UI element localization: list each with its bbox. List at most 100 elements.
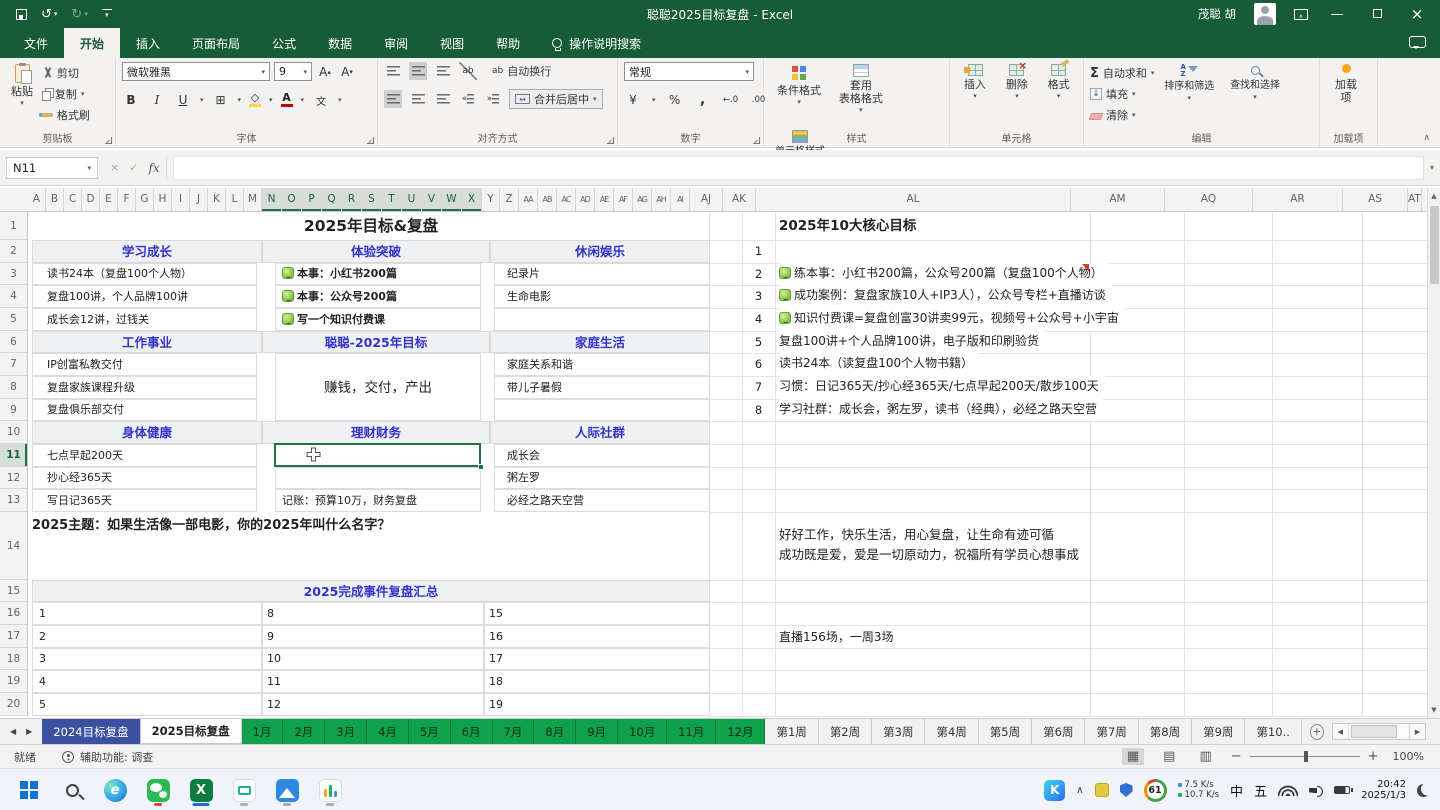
- accounting-format-icon[interactable]: ¥: [624, 91, 642, 109]
- cut-button[interactable]: 剪切: [42, 64, 90, 82]
- prev-sheet-icon[interactable]: ◀: [10, 727, 16, 736]
- align-middle-icon[interactable]: [409, 62, 427, 80]
- customize-qat-button[interactable]: ▾: [102, 9, 112, 19]
- kuaishou-tray-icon[interactable]: K: [1044, 780, 1065, 801]
- ribbon-display-options-icon[interactable]: ∧: [1294, 9, 1308, 20]
- excel-taskbar-button[interactable]: X: [188, 773, 214, 807]
- autosum-button[interactable]: Σ自动求和▾: [1090, 64, 1154, 82]
- sheet-cell[interactable]: 本事：小红书200篇: [275, 263, 481, 285]
- col-header-AJ[interactable]: AJ: [690, 188, 723, 211]
- summary-cell[interactable]: 5: [32, 693, 262, 716]
- quote-line-2[interactable]: 成功既是爱，爱是一切原动力，祝福所有学员心想事成: [779, 544, 1083, 563]
- phonetic-guide-button[interactable]: 文: [312, 91, 330, 109]
- col-header-Q[interactable]: Q: [322, 188, 342, 211]
- menu-tab-审阅[interactable]: 审阅: [368, 28, 424, 58]
- al-number-cell[interactable]: 5: [742, 331, 775, 353]
- row-header-8[interactable]: 8: [0, 376, 27, 399]
- start-button[interactable]: [16, 773, 42, 807]
- sheet-tab-2024目标复盘[interactable]: 2024目标复盘: [42, 719, 139, 744]
- confirm-entry-icon[interactable]: ✓: [129, 161, 138, 174]
- align-bottom-icon[interactable]: [434, 62, 452, 80]
- col-header-D[interactable]: D: [82, 188, 100, 211]
- sheet-tab-11月[interactable]: 11月: [667, 719, 716, 744]
- col-header-F[interactable]: F: [118, 188, 136, 211]
- summary-cell[interactable]: 4: [32, 670, 262, 693]
- borders-button[interactable]: ⊞: [212, 91, 230, 109]
- col-header-AH[interactable]: AH: [652, 188, 671, 211]
- row-header-15[interactable]: 15: [0, 580, 27, 602]
- sheet-tab-9月[interactable]: 9月: [576, 719, 618, 744]
- page-break-view-icon[interactable]: ▥: [1194, 748, 1216, 765]
- sheet-cell[interactable]: 抄心经365天: [32, 467, 257, 489]
- col-header-S[interactable]: S: [362, 188, 382, 211]
- horizontal-scroll-thumb[interactable]: [1351, 725, 1397, 738]
- col-header-Y[interactable]: Y: [482, 188, 500, 211]
- summary-cell[interactable]: 10: [262, 648, 484, 670]
- sheet-cell[interactable]: IP创富私教交付: [32, 353, 257, 376]
- cloud-app-button[interactable]: [274, 773, 300, 807]
- sheet-cell[interactable]: 纪录片: [494, 263, 710, 285]
- sheet-cell[interactable]: 粥左罗: [494, 467, 710, 489]
- am-text-cell[interactable]: 学习社群：成长会，粥左罗，读书（经典），必经之路天空营: [779, 399, 1103, 421]
- redo-button[interactable]: ↻▾: [71, 8, 87, 21]
- sheet-cell[interactable]: [275, 467, 481, 489]
- zoom-level[interactable]: 100%: [1393, 750, 1424, 763]
- row-header-9[interactable]: 9: [0, 399, 27, 421]
- sheet-tab-8月[interactable]: 8月: [534, 719, 576, 744]
- col-header-AC[interactable]: AC: [557, 188, 576, 211]
- summary-cell[interactable]: 11: [262, 670, 484, 693]
- sheet-tab-7月[interactable]: 7月: [493, 719, 535, 744]
- battery-icon[interactable]: [1334, 786, 1350, 795]
- security-shield-icon[interactable]: [1120, 783, 1133, 797]
- am-text-cell[interactable]: 复盘100讲+个人品牌100讲，电子版和印刷验货: [779, 331, 1045, 353]
- number-dialog-launcher-icon[interactable]: [753, 137, 760, 144]
- band-header[interactable]: 理财财务: [262, 421, 490, 444]
- summary-cell[interactable]: 15: [484, 602, 710, 625]
- tray-app-icon[interactable]: [1095, 783, 1109, 797]
- tell-me-search[interactable]: 操作说明搜索: [552, 28, 641, 58]
- col-header-E[interactable]: E: [100, 188, 118, 211]
- col-header-AK[interactable]: AK: [723, 188, 756, 211]
- col-header-O[interactable]: O: [282, 188, 302, 211]
- col-header-T[interactable]: T: [382, 188, 402, 211]
- summary-header[interactable]: 2025完成事件复盘汇总: [32, 580, 710, 602]
- row-header-12[interactable]: 12: [0, 467, 27, 489]
- font-dialog-launcher-icon[interactable]: [367, 137, 374, 144]
- delete-cells-button[interactable]: 删除▾: [998, 62, 1036, 128]
- collapse-ribbon-icon[interactable]: ∧: [1423, 133, 1430, 143]
- sheet-cell[interactable]: [494, 308, 710, 331]
- increase-decimal-icon[interactable]: ←.0: [722, 91, 740, 109]
- band-header[interactable]: 休闲娱乐: [490, 240, 710, 263]
- wifi-icon[interactable]: [1278, 784, 1298, 796]
- merged-cell[interactable]: 赚钱，交付，产出: [275, 353, 481, 421]
- insert-cells-button[interactable]: 插入▾: [956, 62, 994, 128]
- am-text-cell[interactable]: 读书24本（读复盘100个人物书籍）: [779, 353, 979, 376]
- row-header-4[interactable]: 4: [0, 285, 27, 308]
- close-button[interactable]: ×: [1406, 5, 1428, 23]
- speaker-icon[interactable]: [1309, 785, 1323, 796]
- number-format-select[interactable]: 常规▾: [624, 62, 754, 81]
- insert-function-icon[interactable]: fx: [148, 161, 159, 175]
- col-header-P[interactable]: P: [302, 188, 322, 211]
- alignment-dialog-launcher-icon[interactable]: [607, 137, 614, 144]
- al-number-cell[interactable]: 6: [742, 353, 775, 376]
- merge-center-button[interactable]: ↔合并后居中▾: [509, 89, 603, 109]
- sheet-cell[interactable]: 带儿子暑假: [494, 376, 710, 399]
- col-header-AM[interactable]: AM: [1071, 188, 1165, 211]
- fill-color-button[interactable]: ◇: [249, 93, 261, 107]
- align-top-icon[interactable]: [384, 62, 402, 80]
- sheet-main-title[interactable]: 2025年目标&复盘: [32, 213, 710, 240]
- summary-cell[interactable]: 19: [484, 693, 710, 716]
- row-header-7[interactable]: 7: [0, 353, 27, 376]
- ime-indicator[interactable]: 中: [1230, 781, 1243, 800]
- sheet-tab-第6周[interactable]: 第6周: [1032, 719, 1085, 744]
- copy-button[interactable]: 复制▾: [42, 85, 90, 103]
- expand-formula-bar-icon[interactable]: ▾: [1430, 163, 1434, 172]
- am-text-cell[interactable]: 知识付费课=复盘创富30讲卖99元，视频号+公众号+小宇宙: [779, 308, 1125, 331]
- sheet-cell[interactable]: 本事：公众号200篇: [275, 285, 481, 308]
- night-mode-icon[interactable]: [1417, 784, 1430, 797]
- menu-tab-插入[interactable]: 插入: [120, 28, 176, 58]
- row-header-20[interactable]: 20: [0, 693, 27, 716]
- underline-button[interactable]: U: [174, 91, 192, 109]
- sheet-cell[interactable]: 七点早起200天: [32, 444, 257, 467]
